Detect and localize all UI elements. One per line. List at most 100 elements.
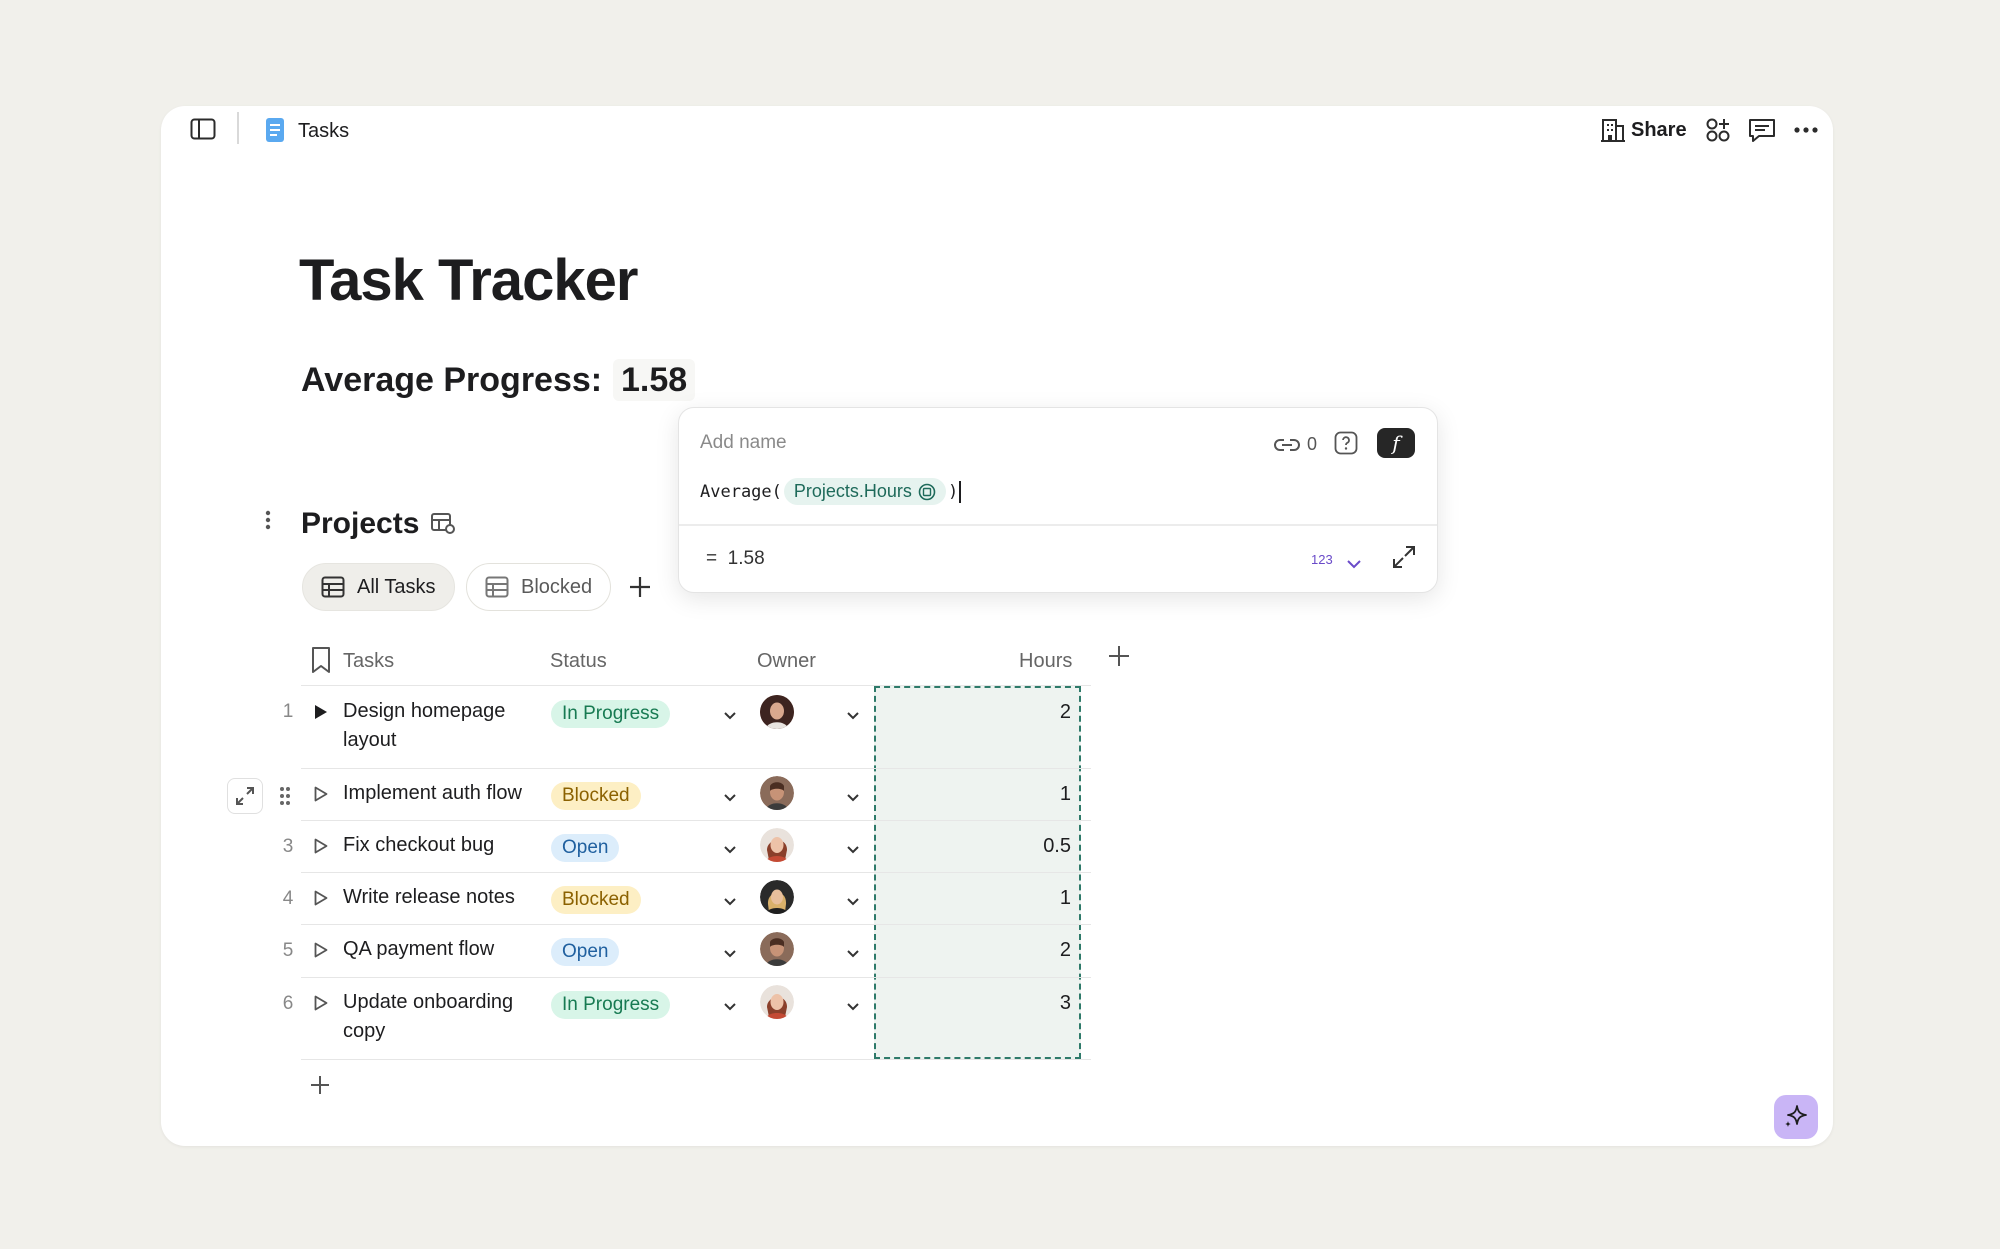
row-number: 5 — [282, 940, 294, 961]
task-name[interactable]: Fix checkout bug — [343, 831, 563, 860]
add-column-icon[interactable] — [1107, 644, 1131, 673]
references-count[interactable]: 0 — [1273, 434, 1317, 455]
table-view-icon — [485, 576, 509, 598]
row-divider — [301, 977, 1091, 978]
column-header-status[interactable]: Status — [550, 648, 607, 674]
row-number: 1 — [282, 701, 294, 722]
status-chevron-down-icon[interactable] — [724, 945, 736, 963]
status-badge[interactable]: Blocked — [551, 886, 641, 914]
owner-avatar[interactable] — [760, 695, 794, 729]
topbar-divider — [237, 112, 239, 144]
reference-table-icon — [918, 483, 936, 500]
more-options-icon[interactable] — [1791, 116, 1821, 144]
widgets-icon[interactable] — [1704, 116, 1732, 144]
tab-label: All Tasks — [357, 575, 436, 598]
owner-chevron-down-icon[interactable] — [847, 789, 859, 807]
row-drag-handle-icon[interactable] — [279, 786, 291, 811]
owner-avatar[interactable] — [760, 776, 794, 810]
sparkle-icon — [1785, 1105, 1807, 1127]
document-name[interactable]: Tasks — [298, 120, 349, 142]
owner-chevron-down-icon[interactable] — [847, 945, 859, 963]
formula-name-input[interactable]: Add name — [700, 432, 787, 454]
status-chevron-down-icon[interactable] — [724, 789, 736, 807]
hours-cell[interactable]: 2 — [875, 701, 1071, 724]
column-reference-chip[interactable]: Projects.Hours — [783, 478, 946, 505]
status-chevron-down-icon[interactable] — [724, 998, 736, 1016]
comment-icon[interactable] — [1747, 116, 1777, 144]
format-chevron-down-icon[interactable] — [1347, 556, 1361, 574]
document-card: Tasks Share Task Tracker Average Progres… — [161, 106, 1833, 1146]
hours-cell[interactable]: 1 — [875, 783, 1071, 806]
task-name[interactable]: Write release notes — [343, 883, 563, 912]
help-icon[interactable] — [1334, 431, 1358, 460]
add-row-icon[interactable] — [309, 1074, 331, 1101]
task-name[interactable]: Implement auth flow — [343, 779, 563, 808]
row-divider — [301, 768, 1091, 769]
row-number: 6 — [282, 993, 294, 1014]
column-header-owner[interactable]: Owner — [757, 648, 816, 674]
owner-chevron-down-icon[interactable] — [847, 998, 859, 1016]
row-number: 4 — [282, 888, 294, 909]
owner-chevron-down-icon[interactable] — [847, 841, 859, 859]
owner-avatar[interactable] — [760, 985, 794, 1019]
status-badge[interactable]: In Progress — [551, 700, 671, 728]
status-badge[interactable]: Open — [551, 938, 620, 966]
task-name[interactable]: Design homepage layout — [343, 697, 543, 755]
task-name[interactable]: QA payment flow — [343, 935, 563, 964]
building-icon[interactable] — [1599, 116, 1627, 144]
owner-avatar[interactable] — [760, 880, 794, 914]
expand-row-outline-icon[interactable] — [313, 889, 329, 912]
expand-row-filled-icon[interactable] — [313, 703, 329, 726]
expand-row-icon[interactable] — [227, 778, 263, 814]
table-header-divider — [301, 685, 1091, 686]
status-chevron-down-icon[interactable] — [724, 841, 736, 859]
row-number: 3 — [282, 836, 294, 857]
number-format-icon[interactable]: 123 — [1311, 552, 1333, 567]
expand-row-outline-icon[interactable] — [313, 785, 329, 808]
average-progress-label[interactable]: Average Progress: — [301, 359, 602, 401]
row-divider — [301, 924, 1091, 925]
average-progress-value[interactable]: 1.58 — [613, 359, 696, 401]
formula-result: = 1.58 — [706, 548, 765, 569]
formula-function-button[interactable]: f — [1377, 428, 1415, 458]
table-bottom-divider — [301, 1059, 1091, 1060]
tab-blocked[interactable]: Blocked — [466, 563, 612, 611]
hours-cell[interactable]: 0.5 — [875, 835, 1071, 858]
add-view-icon[interactable] — [628, 575, 652, 604]
status-badge[interactable]: In Progress — [551, 991, 671, 1019]
row-divider — [301, 872, 1091, 873]
expand-row-outline-icon[interactable] — [313, 837, 329, 860]
tab-all-tasks[interactable]: All Tasks — [302, 563, 455, 611]
hours-cell[interactable]: 3 — [875, 992, 1071, 1015]
row-divider — [301, 820, 1091, 821]
expand-editor-icon[interactable] — [1391, 544, 1417, 575]
section-title[interactable]: Projects — [301, 506, 419, 542]
table-settings-icon[interactable] — [430, 511, 456, 540]
status-badge[interactable]: Blocked — [551, 782, 641, 810]
formula-editor-popup: Add name 0 f Average( Projects.Hours ) =… — [678, 407, 1438, 593]
owner-avatar[interactable] — [760, 932, 794, 966]
table-view-icon — [321, 576, 345, 598]
formula-popup-divider — [679, 524, 1437, 526]
formula-expression[interactable]: Average( Projects.Hours ) — [700, 478, 962, 505]
expand-row-outline-icon[interactable] — [313, 941, 329, 964]
page-title[interactable]: Task Tracker — [299, 246, 638, 316]
tab-label: Blocked — [521, 575, 593, 598]
owner-avatar[interactable] — [760, 828, 794, 862]
share-button[interactable]: Share — [1631, 119, 1687, 142]
section-drag-handle-icon[interactable] — [265, 510, 271, 535]
status-chevron-down-icon[interactable] — [724, 707, 736, 725]
column-header-tasks[interactable]: Tasks — [343, 648, 394, 674]
status-chevron-down-icon[interactable] — [724, 893, 736, 911]
column-header-hours[interactable]: Hours — [1019, 648, 1072, 674]
hours-cell[interactable]: 2 — [875, 939, 1071, 962]
status-badge[interactable]: Open — [551, 834, 620, 862]
sidebar-toggle-icon[interactable] — [188, 116, 218, 142]
owner-chevron-down-icon[interactable] — [847, 893, 859, 911]
expand-row-outline-icon[interactable] — [313, 994, 329, 1017]
hours-cell[interactable]: 1 — [875, 887, 1071, 910]
bookmark-icon — [311, 646, 331, 679]
owner-chevron-down-icon[interactable] — [847, 707, 859, 725]
ai-assistant-button[interactable] — [1774, 1095, 1818, 1139]
task-name[interactable]: Update onboarding copy — [343, 988, 543, 1046]
